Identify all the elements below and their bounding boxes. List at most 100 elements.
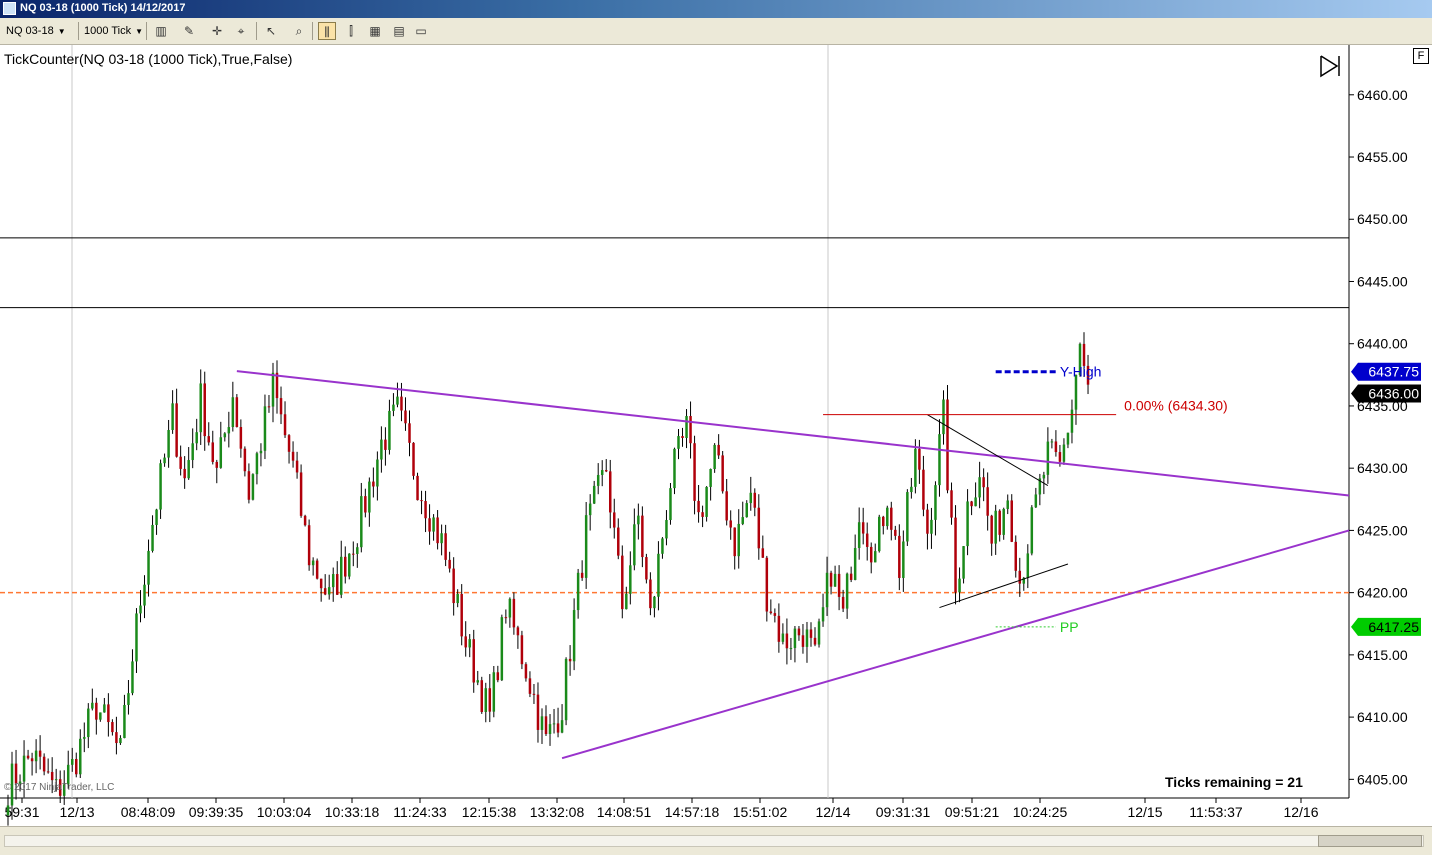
- candle-up: [540, 716, 544, 730]
- toolbar-divider: [256, 22, 257, 40]
- candle-up: [99, 712, 102, 720]
- candle-up: [572, 610, 576, 662]
- candle-down: [303, 515, 307, 526]
- pointer-icon[interactable]: ↖: [262, 22, 280, 40]
- candle-up: [199, 383, 202, 433]
- scroll-thumb[interactable]: [1318, 835, 1422, 847]
- panel-badge[interactable]: F: [1413, 48, 1429, 64]
- candle-up: [171, 403, 174, 431]
- candle-down: [882, 516, 885, 527]
- candle-down: [544, 716, 548, 734]
- candle-down: [970, 501, 973, 507]
- candle-up: [552, 723, 556, 725]
- pencil-icon[interactable]: ✎: [180, 22, 198, 40]
- play-icon[interactable]: [1318, 54, 1342, 78]
- chart-style-icon[interactable]: ⫼: [318, 22, 336, 40]
- candle-down: [777, 615, 781, 642]
- candle-up: [348, 553, 351, 577]
- candle-up: [833, 573, 837, 587]
- crosshair-icon[interactable]: ✛: [208, 22, 226, 40]
- candle-up: [79, 738, 82, 775]
- candle-up: [705, 486, 708, 517]
- candle-down: [30, 758, 34, 762]
- y-tick-label: 6445.00: [1357, 273, 1408, 289]
- candle-up: [584, 515, 588, 578]
- candle-down: [179, 456, 182, 469]
- last-price-badge-value: 6436.00: [1368, 385, 1419, 401]
- candle-up: [456, 594, 459, 604]
- candle-up: [187, 460, 190, 479]
- candle-down: [115, 732, 118, 744]
- candle-up: [1034, 494, 1038, 508]
- toolbar-divider: [146, 22, 147, 40]
- candle-up: [311, 560, 315, 566]
- candle-up: [749, 492, 753, 504]
- upper-trendline: [236, 370, 1350, 497]
- last-price-badge: 6436.00: [1351, 384, 1421, 403]
- y-tick-label: 6405.00: [1357, 771, 1408, 787]
- candle-up: [123, 704, 126, 739]
- candle-up: [737, 523, 740, 557]
- candle-down: [496, 672, 500, 681]
- candle-up: [966, 501, 969, 547]
- candle-down: [412, 442, 415, 476]
- candle-down: [283, 414, 287, 436]
- candle-up: [440, 533, 443, 544]
- status-bar: [0, 826, 1432, 855]
- candle-up: [360, 496, 363, 548]
- bar-type-icon[interactable]: ▥: [152, 22, 170, 40]
- candle-down: [444, 533, 447, 560]
- candle-up: [388, 410, 391, 450]
- y-tick-label: 6455.00: [1357, 149, 1408, 165]
- candle-icon[interactable]: ⫿: [342, 22, 360, 40]
- candle-up: [143, 584, 146, 606]
- candle-down: [175, 403, 178, 457]
- candle-down: [922, 469, 925, 510]
- candle-down: [890, 507, 893, 530]
- candle-up: [592, 485, 596, 504]
- candle-down: [295, 460, 299, 473]
- candle-down: [335, 574, 339, 595]
- candle-up: [576, 572, 580, 611]
- candle-up: [1042, 474, 1046, 479]
- chevron-down-icon: ▼: [57, 27, 66, 36]
- candle-up: [938, 434, 941, 486]
- candle-down: [1058, 452, 1062, 462]
- toolbar-divider: [312, 22, 313, 40]
- candle-up: [1046, 441, 1050, 475]
- candle-down: [344, 556, 347, 577]
- candle-down: [207, 436, 210, 443]
- toolbar: NQ 03-18 ▼ 1000 Tick ▼ ▥ ✎ ✛ ⌖ ↖ ⌕ ⫼ ⫿ ▦ ▤…: [0, 18, 1432, 45]
- candle-down: [761, 548, 765, 558]
- zoom-icon[interactable]: ⌕: [290, 22, 308, 40]
- panel-icon[interactable]: ▭: [412, 22, 430, 40]
- candle-up: [1026, 553, 1030, 578]
- candle-up: [709, 469, 712, 487]
- candle-up: [87, 708, 90, 738]
- price-chart[interactable]: 6460.006455.006450.006445.006440.006435.…: [0, 45, 1432, 826]
- candle-up: [191, 443, 194, 461]
- toolbar-divider: [78, 22, 79, 40]
- chart-panel[interactable]: 6460.00 6455.00 6450.00 6445.00 6440.00 6435.…: [0, 45, 1432, 826]
- screenshot-icon[interactable]: ▦: [366, 22, 384, 40]
- candle-down: [954, 517, 957, 593]
- candle-down: [829, 572, 833, 587]
- candle-down: [609, 471, 612, 513]
- candle-down: [247, 471, 251, 500]
- properties-icon[interactable]: ▤: [390, 22, 408, 40]
- horizontal-scrollbar[interactable]: [4, 835, 1424, 847]
- instrument-selector[interactable]: NQ 03-18 ▼: [2, 22, 70, 40]
- pp-badge: 6417.25: [1351, 617, 1421, 636]
- candle-up: [1002, 508, 1005, 535]
- candle-up: [629, 565, 632, 594]
- x-tick-label: 59:31: [4, 804, 39, 820]
- interval-selector[interactable]: 1000 Tick ▼: [80, 22, 147, 40]
- chevron-down-icon: ▼: [135, 27, 144, 36]
- candle-up: [263, 406, 267, 451]
- x-tick-label: 12/13: [59, 804, 94, 820]
- candle-up: [147, 550, 150, 585]
- candle-down: [617, 527, 620, 556]
- x-tick-label: 10:24:25: [1013, 804, 1068, 820]
- data-box-icon[interactable]: ⌖: [232, 22, 250, 40]
- title-bar: NQ 03-18 (1000 Tick) 14/12/2017: [0, 0, 1432, 18]
